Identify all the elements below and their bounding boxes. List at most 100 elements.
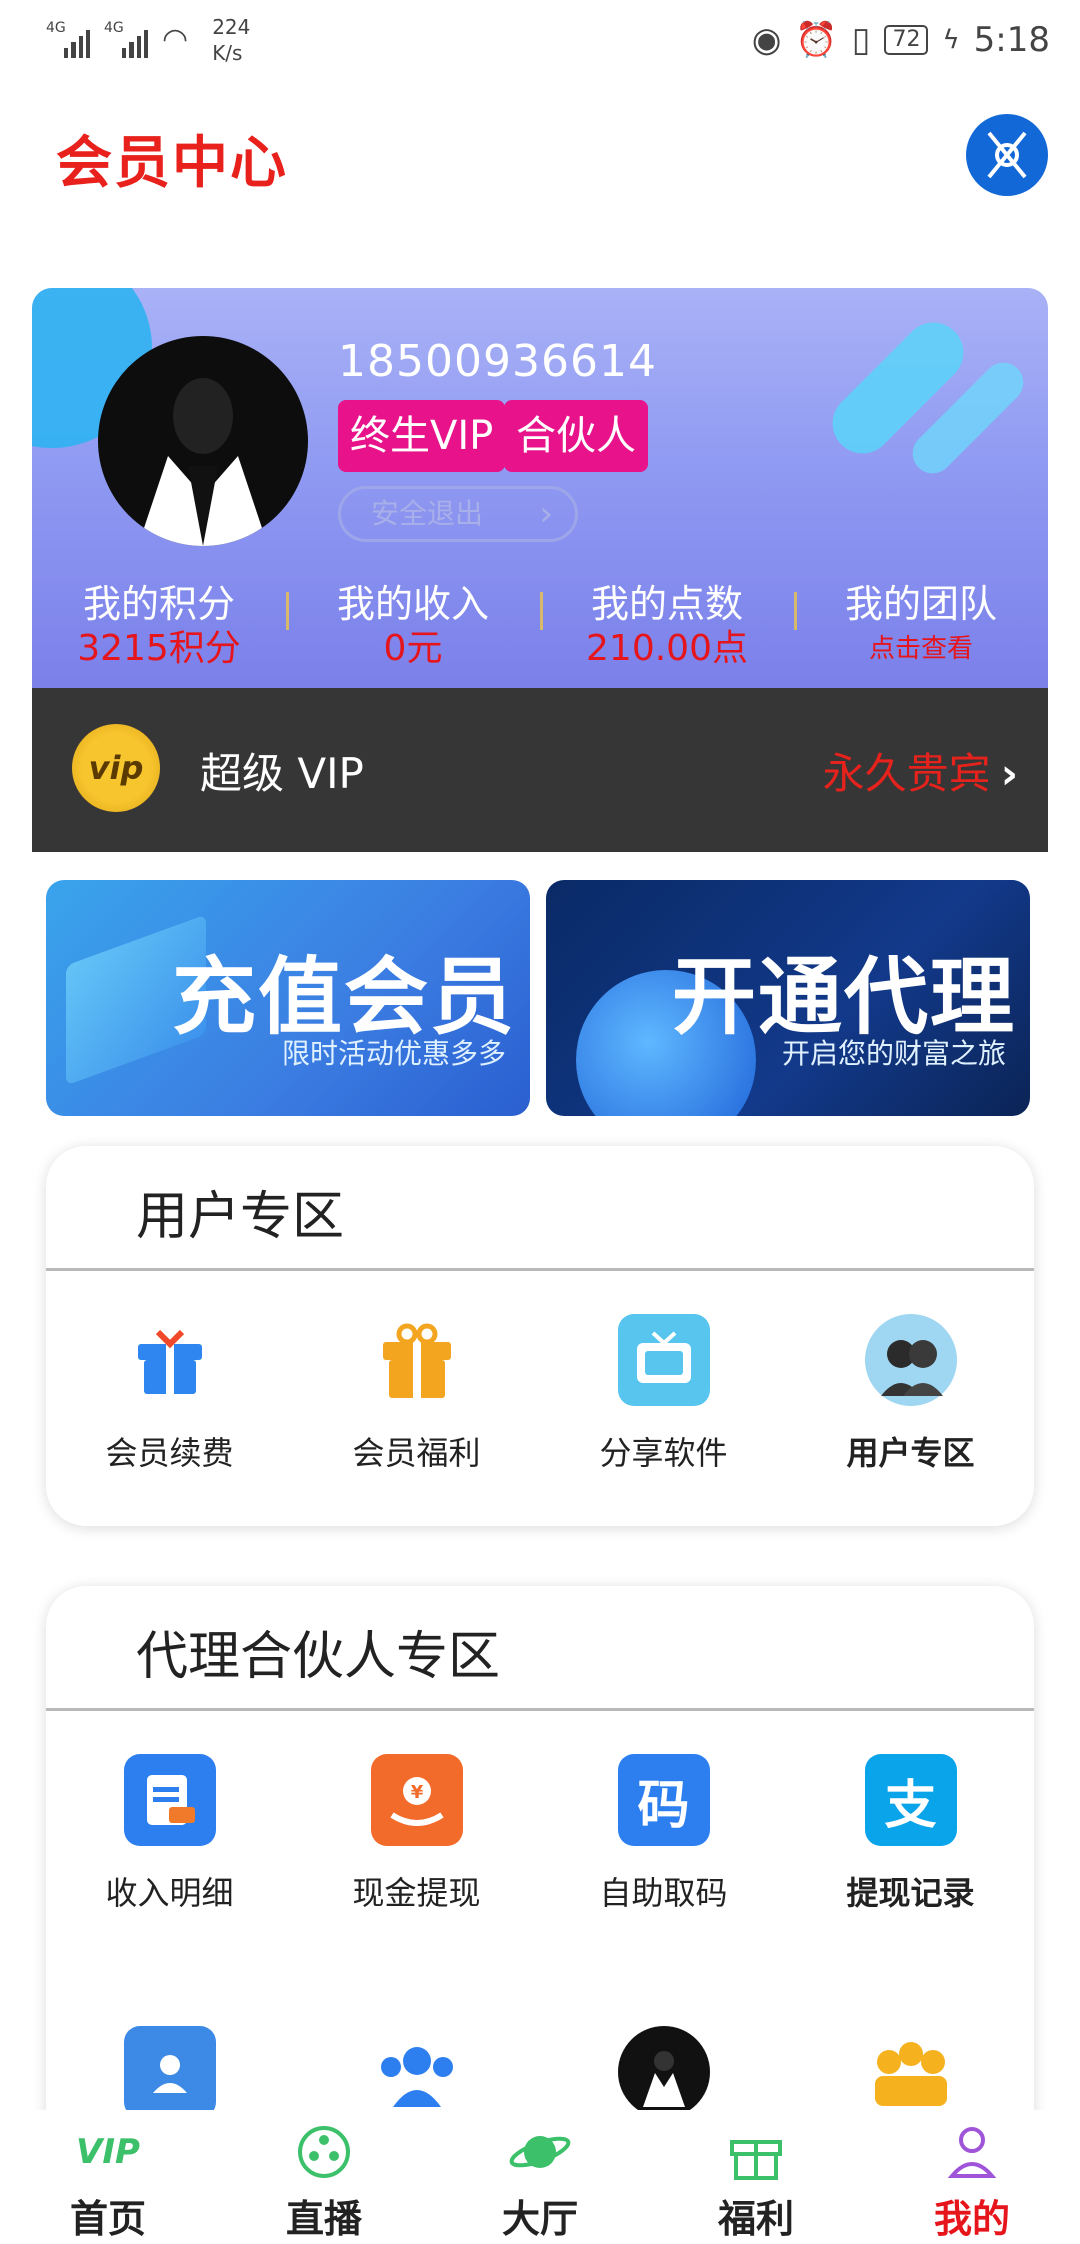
stats-row: 我的积分 3215积分 我的收入 0元 我的点数 210.00点 我的团队 点击…	[32, 578, 1048, 678]
person-icon	[940, 2124, 1004, 2180]
stat-label: 我的收入	[336, 582, 489, 626]
vip-status-bar[interactable]: vip 超级 VIP 永久贵宾 ›	[32, 688, 1048, 852]
item-label: 收入明细	[105, 1874, 234, 1912]
vip-avatar-item[interactable]	[540, 2026, 787, 2118]
item-label: 会员福利	[352, 1434, 481, 1472]
stat-label: 我的团队	[844, 582, 997, 626]
item-label: 现金提现	[352, 1874, 481, 1912]
stat-value: 点击查看	[868, 634, 973, 664]
avatar[interactable]	[98, 336, 308, 546]
charging-icon: ϟ	[942, 25, 960, 55]
item-label: 会员续费	[105, 1434, 234, 1472]
renew-membership-item[interactable]: 会员续费	[46, 1314, 293, 1474]
contact-card-item[interactable]	[46, 2026, 293, 2118]
stat-income[interactable]: 我的收入 0元	[286, 578, 540, 678]
logout-label: 安全退出	[371, 497, 484, 530]
eye-icon: ◉	[751, 20, 782, 60]
agent-zone-grid: 收入明细 ¥ 现金提现 码 自助取码 支 提现记录	[46, 1754, 1034, 1914]
stat-credits[interactable]: 我的点数 210.00点	[540, 578, 794, 678]
battery-indicator: 72	[884, 25, 929, 55]
gift-icon	[124, 1314, 216, 1406]
section-title: 用户专区	[136, 1187, 345, 1247]
tab-glyph: VIP	[76, 2132, 140, 2172]
tab-hall[interactable]: 大厅	[432, 2110, 648, 2244]
tab-home[interactable]: VIP 首页	[0, 2110, 216, 2244]
app-screen: { "status_bar": { "sim1": "4G", "sim2": …	[0, 0, 1080, 2244]
user-zone-grid: 会员续费 会员福利 分享软件 用户专区	[46, 1314, 1034, 1474]
item-label: 分享软件	[599, 1434, 728, 1472]
network-speed: 224 K/s	[212, 15, 251, 65]
tab-label: 福利	[717, 2197, 794, 2241]
vip-status: 永久贵宾 ›	[823, 740, 1018, 801]
bottom-tab-bar: VIP 首页 直播 大厅 福利 我的	[0, 2110, 1080, 2244]
users-avatar-icon	[864, 1314, 957, 1406]
item-label: 提现记录	[846, 1874, 975, 1912]
alarm-icon: ⏰	[795, 20, 838, 60]
item-label: 自助取码	[599, 1874, 728, 1912]
section-title: 代理合伙人专区	[136, 1627, 501, 1687]
share-app-item[interactable]: 分享软件	[540, 1314, 787, 1474]
stat-value: 3215积分	[77, 628, 241, 669]
vip-status-text: 永久贵宾	[822, 749, 991, 798]
user-zone-item[interactable]: 用户专区	[787, 1314, 1034, 1474]
recharge-membership-banner[interactable]: 充值会员 限时活动优惠多多	[46, 880, 530, 1116]
stat-team[interactable]: 我的团队 点击查看	[794, 578, 1048, 678]
page-title: 会员中心	[56, 131, 288, 196]
group-icon	[371, 2026, 463, 2118]
partner-badge: 合伙人	[504, 400, 648, 472]
tab-mine[interactable]: 我的	[864, 2110, 1080, 2244]
gift-outline-icon	[724, 2124, 788, 2180]
banner-subtitle: 限时活动优惠多多	[281, 1037, 506, 1070]
planet-icon	[508, 2124, 572, 2180]
status-bar: 4G 4G ◠ 224 K/s ◉ ⏰ ▯ 72 ϟ 5:18	[0, 0, 1080, 80]
vip-logo-icon: VIP	[76, 2124, 140, 2180]
tab-label: 直播	[285, 2197, 362, 2241]
self-service-code-item[interactable]: 码 自助取码	[540, 1754, 787, 1914]
signal-icon: 4G	[104, 14, 148, 58]
profile-card: 18500936614 终生VIP 合伙人 安全退出 › 我的积分 3215积分…	[32, 288, 1048, 688]
tab-label: 我的	[933, 2197, 1010, 2241]
stat-label: 我的积分	[82, 582, 235, 626]
team-item[interactable]	[293, 2026, 540, 2118]
withdraw-records-item[interactable]: 支 提现记录	[787, 1754, 1034, 1914]
code-glyph: 码	[637, 1775, 690, 1836]
become-agent-banner[interactable]: 开通代理 开启您的财富之旅	[546, 880, 1030, 1116]
logout-button[interactable]: 安全退出 ›	[338, 486, 578, 542]
stat-points[interactable]: 我的积分 3215积分	[32, 578, 286, 678]
vip-level-label: 超级 VIP	[200, 749, 364, 798]
item-label: 用户专区	[846, 1434, 975, 1472]
alipay-glyph: 支	[884, 1775, 937, 1836]
gift-box-icon	[371, 1314, 463, 1406]
lifetime-vip-badge: 终生VIP	[338, 400, 506, 472]
stat-label: 我的点数	[590, 582, 743, 626]
member-benefits-item[interactable]: 会员福利	[293, 1314, 540, 1474]
code-icon: 码	[617, 1754, 710, 1846]
user-phone: 18500936614	[338, 336, 657, 387]
divider	[46, 1708, 1034, 1711]
svg-text:¥: ¥	[410, 1782, 423, 1803]
contact-card-icon	[123, 2026, 216, 2118]
income-details-item[interactable]: 收入明细	[46, 1754, 293, 1914]
user-zone-panel: 用户专区 会员续费 会员福利 分享软件 用户专区	[46, 1146, 1034, 1526]
chevron-right-icon: ›	[1000, 749, 1018, 798]
vip-crowd-icon	[865, 2026, 957, 2118]
vip-medal-icon: vip	[72, 724, 160, 812]
tab-benefits[interactable]: 福利	[648, 2110, 864, 2244]
cash-withdraw-item[interactable]: ¥ 现金提现	[293, 1754, 540, 1914]
app-logo-icon[interactable]	[966, 114, 1048, 196]
vibrate-icon: ▯	[851, 20, 871, 60]
stat-value: 0元	[383, 628, 443, 669]
vip-avatar-icon	[617, 2026, 710, 2118]
tab-label: 首页	[69, 2197, 146, 2241]
divider	[46, 1268, 1034, 1271]
yen-hand-icon: ¥	[370, 1754, 463, 1846]
signal-icon: 4G	[46, 14, 90, 58]
chevron-right-icon: ›	[539, 494, 553, 534]
banner-subtitle: 开启您的财富之旅	[781, 1037, 1006, 1070]
alipay-icon: 支	[864, 1754, 957, 1846]
stat-value: 210.00点	[586, 628, 748, 669]
tv-icon	[617, 1314, 710, 1406]
vip-crowd-item[interactable]	[787, 2026, 1034, 2118]
document-icon	[123, 1754, 216, 1846]
tab-live[interactable]: 直播	[216, 2110, 432, 2244]
